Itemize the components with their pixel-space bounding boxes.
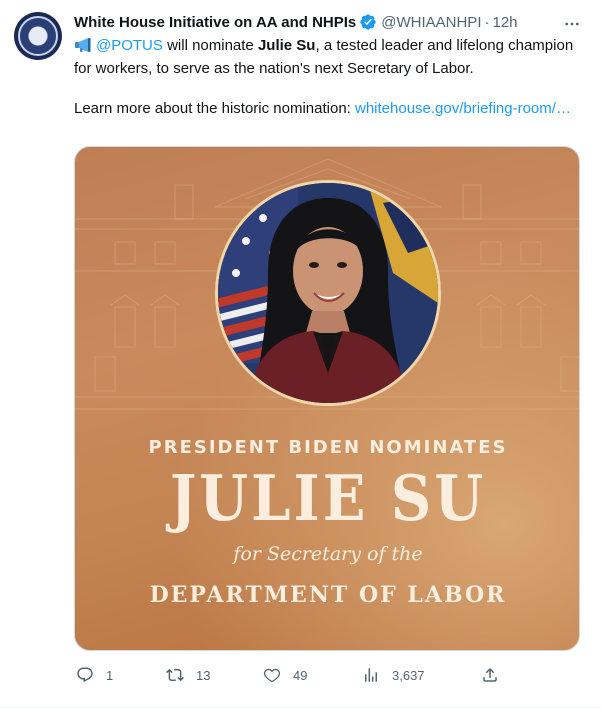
- tweet-text: @POTUS will nominate Julie Su, a tested …: [74, 36, 584, 119]
- timestamp[interactable]: 12h: [492, 14, 517, 31]
- tweet-media-image[interactable]: PRESIDENT BIDEN NOMINATES JULIE SU for S…: [74, 146, 580, 651]
- headline-department: DEPARTMENT OF LABOR: [149, 582, 507, 608]
- author-name[interactable]: White House Initiative on AA and NHPIs: [74, 14, 356, 31]
- share-icon: [483, 667, 497, 682]
- reply-count: 1: [106, 667, 114, 683]
- headline-for-secretary: for Secretary of the: [233, 543, 423, 565]
- heart-icon: [263, 668, 281, 683]
- learn-more-text: Learn more about the historic nomination…: [74, 100, 355, 117]
- text-part-1: will nominate: [162, 37, 258, 54]
- more-dots-icon[interactable]: [562, 14, 582, 34]
- like-count: 49: [293, 667, 308, 683]
- tweet-actions: 1 13 49 3,637: [74, 664, 504, 686]
- tweet-header: White House Initiative on AA and NHPIs @…: [74, 12, 518, 32]
- author-handle[interactable]: @WHIAANHPI: [381, 14, 481, 31]
- headline-nominates: PRESIDENT BIDEN NOMINATES: [148, 437, 508, 458]
- retweet-button[interactable]: 13: [166, 664, 210, 686]
- separator-dot: ·: [484, 13, 490, 31]
- tweet[interactable]: White House Initiative on AA and NHPIs @…: [0, 0, 601, 708]
- share-button[interactable]: [481, 664, 499, 686]
- presidential-seal-icon: [18, 16, 58, 56]
- views-count: 3,637: [392, 667, 425, 683]
- views-chart-icon: [365, 668, 377, 682]
- reply-button[interactable]: 1: [76, 664, 113, 686]
- avatar[interactable]: [14, 12, 62, 60]
- mention-link[interactable]: @POTUS: [96, 37, 163, 54]
- reply-icon: [77, 667, 93, 683]
- headline-nominee: JULIE SU: [169, 461, 487, 536]
- views-button[interactable]: 3,637: [362, 664, 425, 686]
- like-button[interactable]: 49: [263, 664, 307, 686]
- retweet-icon: [166, 668, 184, 682]
- portrait-photo: [215, 180, 441, 406]
- retweet-count: 13: [196, 667, 211, 683]
- verified-badge-icon[interactable]: [359, 13, 377, 31]
- briefing-room-link[interactable]: whitehouse.gov/briefing-room/…: [355, 100, 571, 117]
- megaphone-emoji-icon: [74, 37, 92, 59]
- nominee-name: Julie Su: [257, 37, 316, 54]
